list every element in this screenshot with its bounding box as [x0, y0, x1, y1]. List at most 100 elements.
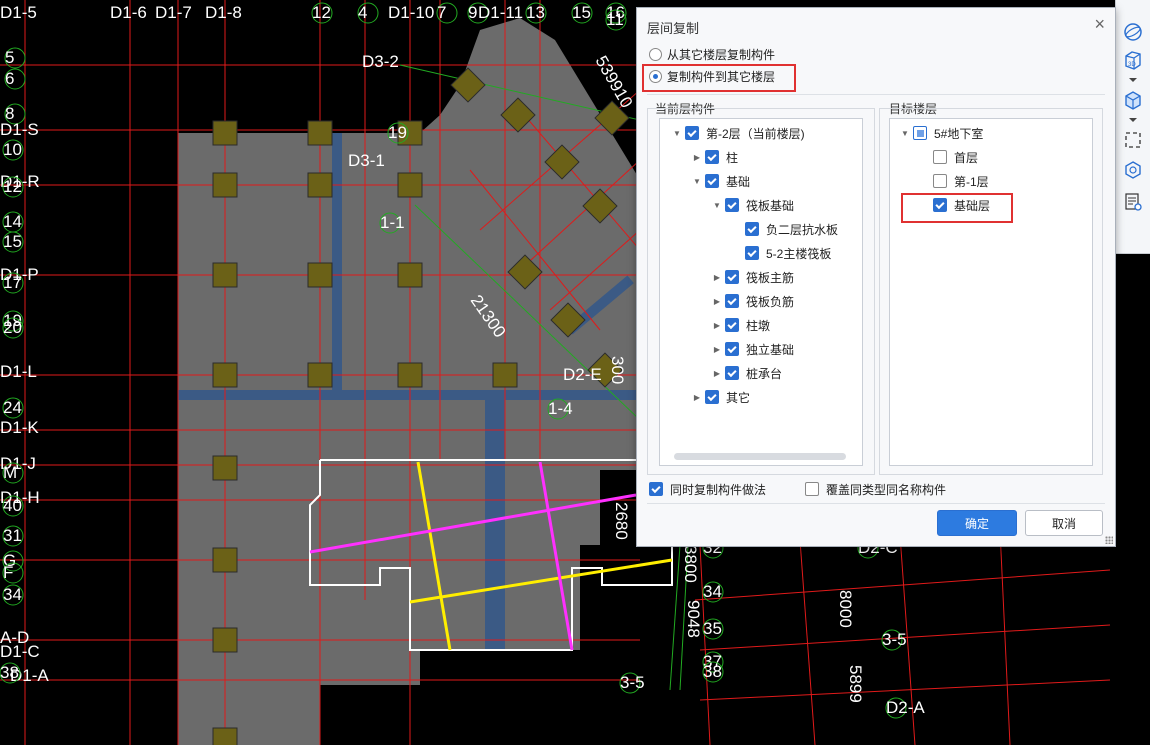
expand-caret-icon[interactable]: ▼ [692, 177, 702, 186]
checkbox-checked[interactable] [705, 150, 719, 164]
expand-caret-icon[interactable]: ▼ [900, 129, 910, 138]
cancel-button[interactable]: 取消 [1025, 510, 1103, 536]
checkbox-checked[interactable] [725, 270, 739, 284]
checkbox-checked[interactable] [725, 366, 739, 380]
current-floor-tree[interactable]: ▼ 第-2层（当前楼层) ▶ 柱 ▼ 基础 ▼ 筏板基础 负二层抗水板 5-2主… [659, 118, 863, 466]
radio-from-label: 从其它楼层复制构件 [667, 48, 776, 62]
cube-icon[interactable] [1121, 88, 1145, 112]
axis-label: 1-1 [380, 213, 405, 232]
checkbox-checked[interactable] [725, 294, 739, 308]
tree-label: 筏板基础 [746, 198, 795, 213]
column-pad [492, 362, 518, 388]
radio-button[interactable] [649, 48, 662, 61]
radio-copy-from-other-floors[interactable]: 从其它楼层复制构件 [649, 46, 775, 63]
tree-row-floor[interactable]: ▼ 第-2层（当前楼层) [672, 124, 805, 142]
axis-label: D3-1 [348, 151, 385, 170]
dialog-title: 层间复制 [647, 21, 700, 36]
axis-label: F [3, 563, 13, 582]
axis-label: 2680 [612, 502, 631, 540]
checkbox-checked[interactable] [705, 174, 719, 188]
axis-label: 3800 [681, 545, 700, 583]
axis-label: D1-10 [388, 3, 434, 22]
collapse-caret-icon[interactable]: ▶ [712, 321, 722, 330]
checkbox-checked[interactable] [725, 318, 739, 332]
axis-label: D2-A [886, 698, 925, 717]
checkbox-checked[interactable] [649, 482, 663, 496]
tree-row-waterproof-slab[interactable]: 负二层抗水板 [745, 220, 838, 238]
tree-row-column[interactable]: ▶ 柱 [692, 148, 738, 166]
axis-label: 13 [526, 3, 545, 22]
expand-caret-icon[interactable]: ▼ [672, 129, 682, 138]
checkbox-checked[interactable] [705, 390, 719, 404]
checkbox-unchecked[interactable] [805, 482, 819, 496]
checkbox-checked[interactable] [725, 342, 739, 356]
target-floor-tree[interactable]: ▼ 5#地下室 首层 第-1层 基础层 [889, 118, 1093, 466]
axis-label: D2-E [563, 365, 602, 384]
axis-label: 12 [312, 3, 331, 22]
checkbox-checked[interactable] [745, 246, 759, 260]
dashed-frame-icon[interactable] [1121, 128, 1145, 152]
axis-label: 34 [3, 585, 22, 604]
checkbox-checked[interactable] [725, 198, 739, 212]
tree-row-basement[interactable]: ▼ 5#地下室 [900, 124, 983, 142]
tree-row-raft-foundation[interactable]: ▼ 筏板基础 [712, 196, 794, 214]
checkbox-partial[interactable] [913, 126, 927, 140]
tree-row-pile-cap[interactable]: ▶ 桩承台 [712, 364, 782, 382]
axis-label: 31 [3, 526, 22, 545]
tree-label: 筏板主筋 [746, 270, 795, 285]
axis-label: 19 [388, 123, 407, 142]
column-pad [212, 362, 238, 388]
axis-label: 11 [606, 10, 624, 29]
option-label: 覆盖同类型同名称构件 [826, 482, 947, 497]
axis-label: 17 [3, 273, 22, 292]
tree-row-raft-main-rebar[interactable]: ▶ 筏板主筋 [712, 268, 794, 286]
tree-label: 首层 [954, 150, 979, 165]
column-pad [212, 547, 238, 573]
axis-label: 20 [3, 318, 22, 337]
tree-row-isolated-footing[interactable]: ▶ 独立基础 [712, 340, 794, 358]
collapse-caret-icon[interactable]: ▶ [712, 345, 722, 354]
sphere-icon[interactable] [1121, 20, 1145, 44]
option-copy-method[interactable]: 同时复制构件做法 [649, 480, 766, 498]
horizontal-scrollbar[interactable] [674, 453, 846, 460]
axis-label: D1-7 [155, 3, 192, 22]
checkbox-unchecked[interactable] [933, 174, 947, 188]
tree-row-foundation[interactable]: ▼ 基础 [692, 172, 750, 190]
collapse-caret-icon[interactable]: ▶ [692, 393, 702, 402]
collapse-caret-icon[interactable]: ▶ [712, 273, 722, 282]
tree-row-first-floor[interactable]: 首层 [933, 148, 978, 166]
axis-label: 10 [3, 140, 22, 159]
properties-list-icon[interactable] [1121, 190, 1145, 214]
option-overwrite-same-name[interactable]: 覆盖同类型同名称构件 [805, 480, 946, 498]
tree-row-raft-neg-rebar[interactable]: ▶ 筏板负筋 [712, 292, 794, 310]
3d-view-icon[interactable]: 3D [1121, 48, 1145, 72]
chevron-down-icon[interactable] [1129, 118, 1137, 122]
collapse-caret-icon[interactable]: ▶ [712, 297, 722, 306]
tree-row-main-raft[interactable]: 5-2主楼筏板 [745, 244, 831, 262]
tree-label: 5-2主楼筏板 [766, 246, 832, 261]
close-icon[interactable]: × [1094, 14, 1105, 34]
tree-row-floor-minus-1[interactable]: 第-1层 [933, 172, 989, 190]
ok-button[interactable]: 确定 [937, 510, 1017, 536]
resize-grip-icon[interactable] [1105, 536, 1113, 544]
collapse-caret-icon[interactable]: ▶ [692, 153, 702, 162]
floor-copy-dialog: 层间复制 × 从其它楼层复制构件 复制构件到其它楼层 当前层构件 目标楼层 ▼ … [636, 7, 1116, 547]
axis-label: 14 [3, 212, 22, 231]
component-view-icon[interactable] [1121, 158, 1145, 182]
expand-caret-icon[interactable]: ▼ [712, 201, 722, 210]
checkbox-unchecked[interactable] [933, 150, 947, 164]
chevron-down-icon[interactable] [1129, 78, 1137, 82]
divider [647, 94, 1105, 95]
collapse-caret-icon[interactable]: ▶ [712, 369, 722, 378]
axis-label: 9 [468, 3, 477, 22]
tree-row-other[interactable]: ▶ 其它 [692, 388, 750, 406]
column-pad [397, 262, 423, 288]
axis-label: 38 [703, 662, 722, 681]
checkbox-checked[interactable] [685, 126, 699, 140]
tree-row-column-pier[interactable]: ▶ 柱墩 [712, 316, 770, 334]
tree-label: 第-1层 [954, 174, 989, 189]
column-pad [307, 172, 333, 198]
checkbox-checked[interactable] [745, 222, 759, 236]
column-pad [212, 455, 238, 481]
axis-label: 5899 [846, 665, 865, 703]
